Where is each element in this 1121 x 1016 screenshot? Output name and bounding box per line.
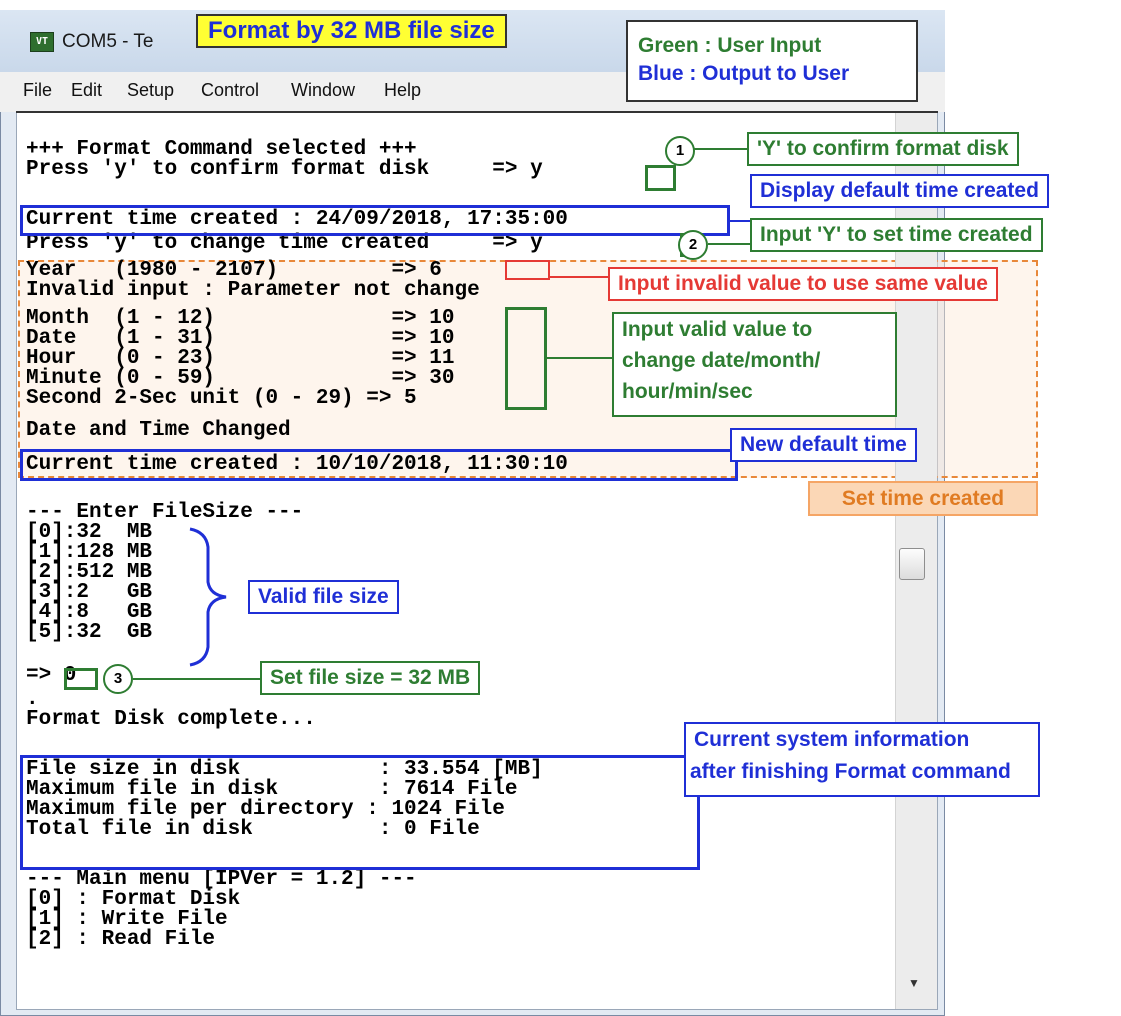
menu-file[interactable]: File: [23, 80, 52, 101]
input-y-box: [645, 165, 676, 191]
terminal-line: [5]:32 GB: [26, 621, 153, 644]
terminal-line: [4]:8 GB: [26, 601, 153, 624]
menu-window[interactable]: Window: [291, 80, 355, 101]
new-default-time-box: [20, 449, 738, 481]
annotation-valid-line: Input valid value to: [622, 318, 813, 341]
annotation-valid-line: change date/month/: [622, 349, 821, 372]
menu-edit[interactable]: Edit: [71, 80, 102, 101]
step-3-marker: 3: [103, 664, 133, 694]
annotation-input-y: Input 'Y' to set time created: [750, 218, 1043, 252]
input-size-box: [64, 668, 98, 690]
terminal-line: Hour (0 - 23) => 11: [26, 347, 455, 370]
terminal-line: Date and Time Changed: [26, 419, 291, 442]
terminal-line: Invalid input : Parameter not change: [26, 279, 480, 302]
terminal-line: Minute (0 - 59) => 30: [26, 367, 455, 390]
terminal-line: [3]:2 GB: [26, 581, 153, 604]
annotation-set-time: Set time created: [808, 481, 1038, 516]
annotation-title: Format by 32 MB file size: [196, 14, 507, 48]
menu-control[interactable]: Control: [201, 80, 259, 101]
annotation-display-default: Display default time created: [750, 174, 1049, 208]
terminal-line: .: [26, 688, 39, 711]
step-1-marker: 1: [665, 136, 695, 166]
terminal-line: Press 'y' to change time created => y: [26, 232, 543, 255]
invalid-input-box: [505, 260, 550, 280]
default-time-box: [20, 205, 730, 236]
leader-line: [550, 276, 608, 278]
terminal-line: [1] : Write File: [26, 908, 228, 931]
annotation-confirm-format: 'Y' to confirm format disk: [747, 132, 1019, 166]
annotation-invalid-value: Input invalid value to use same value: [608, 267, 998, 301]
leader-line: [133, 678, 260, 680]
terminal-line: Press 'y' to confirm format disk => y: [26, 158, 543, 181]
annotation-new-default: New default time: [730, 428, 917, 462]
window-title: COM5 - Te: [62, 31, 154, 52]
legend-blue: Blue : Output to User: [638, 62, 850, 85]
terminal-app-icon: VT: [30, 32, 54, 52]
system-info-box: [20, 755, 700, 870]
terminal-line: Year (1980 - 2107) => 6: [26, 259, 442, 282]
terminal-line: [0]:32 MB: [26, 521, 153, 544]
valid-input-box: [505, 307, 547, 410]
menu-setup[interactable]: Setup: [127, 80, 174, 101]
annotation-sysinfo-line: after finishing Format command: [690, 760, 1011, 783]
file-size-brace: [189, 527, 227, 667]
terminal-line: Date (1 - 31) => 10: [26, 327, 455, 350]
legend-green: Green : User Input: [638, 34, 822, 57]
leader-line: [708, 243, 750, 245]
legend-box: [626, 20, 918, 102]
leader-line: [730, 220, 750, 222]
annotation-sysinfo-line: Current system information: [694, 728, 970, 751]
terminal-line: [0] : Format Disk: [26, 888, 241, 911]
terminal-line: [2] : Read File: [26, 928, 216, 951]
menu-help[interactable]: Help: [384, 80, 421, 101]
terminal-line: [1]:128 MB: [26, 541, 153, 564]
terminal-line: --- Enter FileSize ---: [26, 501, 304, 524]
scroll-down-arrow-icon[interactable]: ▼: [908, 976, 920, 990]
scrollbar-thumb[interactable]: [899, 548, 925, 580]
leader-line: [693, 148, 749, 150]
annotation-set-size: Set file size = 32 MB: [260, 661, 481, 695]
terminal-line: [2]:512 MB: [26, 561, 153, 584]
annotation-valid-line: hour/min/sec: [622, 380, 753, 403]
annotation-valid-size: Valid file size: [248, 580, 399, 614]
terminal-line: Second 2-Sec unit (0 - 29) => 5: [26, 387, 417, 410]
terminal-line: --- Main menu [IPVer = 1.2] ---: [26, 868, 417, 891]
terminal-line: Format Disk complete...: [26, 708, 316, 731]
leader-line: [547, 357, 612, 359]
terminal-top-border: [16, 111, 938, 113]
terminal-line: Month (1 - 12) => 10: [26, 307, 455, 330]
terminal-line: +++ Format Command selected +++: [26, 138, 417, 161]
step-2-marker: 2: [678, 230, 708, 260]
